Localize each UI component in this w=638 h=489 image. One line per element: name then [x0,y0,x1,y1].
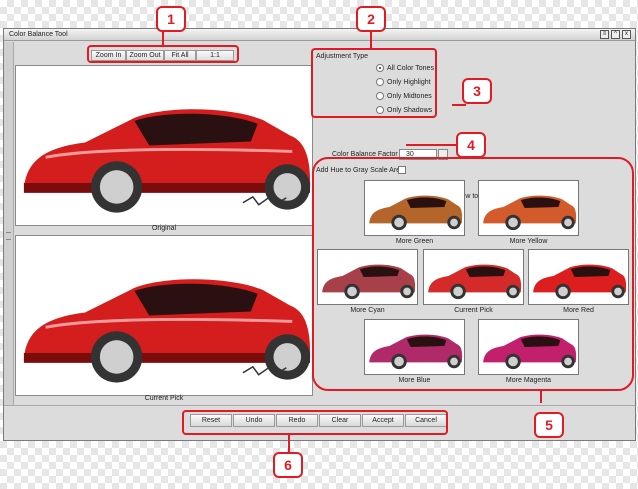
callout-box-6 [182,410,448,435]
window-title: Color Balance Tool [9,31,68,38]
callout-badge-1: 1 [156,6,186,32]
callout-connector-1 [162,32,164,45]
bottom-divider [4,405,635,406]
left-splitter[interactable] [4,42,14,405]
callout-connector-4 [406,144,456,146]
original-image-panel[interactable] [15,65,313,226]
current-pick-caption: Current Pick [144,395,184,402]
close-icon[interactable]: x [622,30,631,39]
menu-icon[interactable]: ≡ [600,30,609,39]
grip-icon [6,232,11,240]
callout-badge-4: 4 [456,132,486,158]
callout-badge-3: 3 [462,78,492,104]
minimize-icon[interactable]: ^ [611,30,620,39]
callout-box-1 [87,45,239,63]
callout-badge-5: 5 [534,412,564,438]
callout-badge-6: 6 [273,452,303,478]
original-caption: Original [151,225,177,232]
callout-connector-5 [540,391,542,403]
callout-connector-3 [452,104,466,106]
callout-badge-2: 2 [356,6,386,32]
callout-connector-2 [370,32,372,48]
callout-connector-6 [288,435,290,453]
car-image [23,109,311,213]
callout-box-5 [312,157,634,391]
callout-box-2 [311,48,437,118]
title-bar: Color Balance Tool ≡ ^ x [4,29,635,41]
current-pick-image-panel[interactable] [15,235,313,396]
car-image [23,279,311,383]
